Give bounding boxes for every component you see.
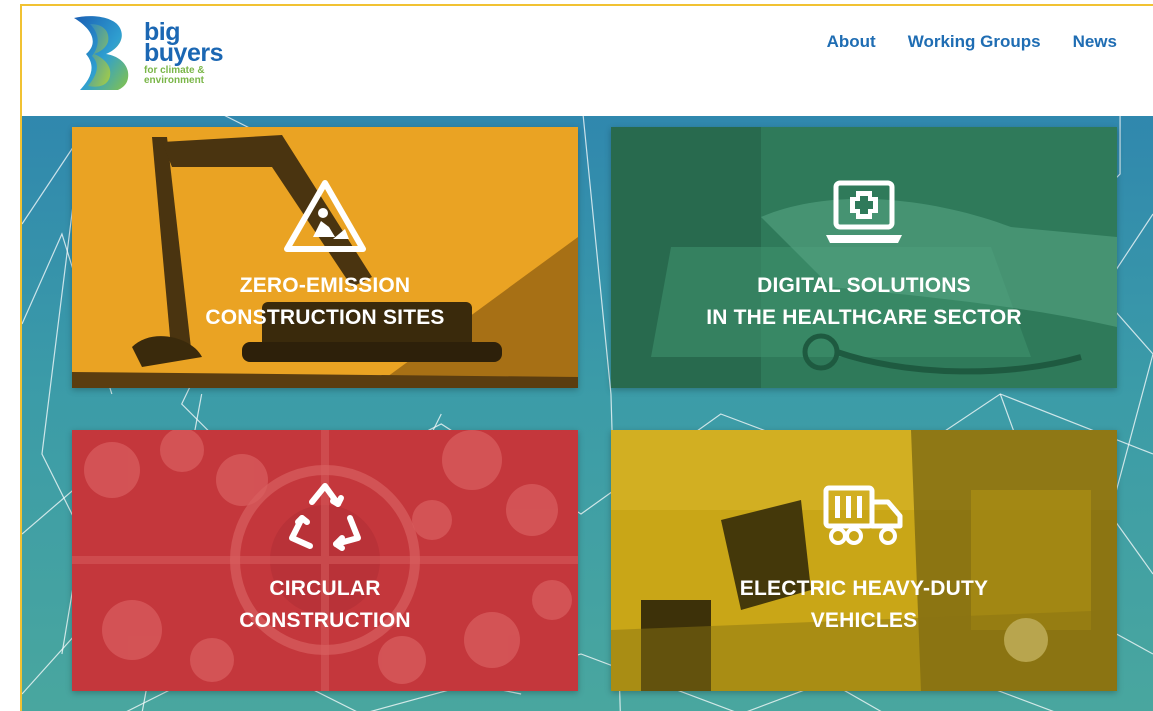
card-title: ZERO-EMISSION CONSTRUCTION SITES [72, 270, 578, 334]
header-wave-divider [22, 90, 1153, 110]
truck-icon [823, 485, 903, 545]
card-zero-emission-construction[interactable]: ZERO-EMISSION CONSTRUCTION SITES [72, 127, 578, 388]
card-title-line-1: ZERO-EMISSION [239, 274, 411, 297]
construction-worker-icon [284, 180, 366, 252]
logo-wordmark: big buyers for climate & environment [144, 20, 223, 86]
card-title-line-2: VEHICLES [810, 609, 918, 632]
card-title-line-1: CIRCULAR [269, 577, 381, 600]
card-digital-healthcare[interactable]: DIGITAL SOLUTIONS IN THE HEALTHCARE SECT… [611, 127, 1117, 388]
nav-link-working-groups[interactable]: Working Groups [908, 32, 1041, 52]
card-title: CIRCULAR CONSTRUCTION [72, 573, 578, 637]
card-title: DIGITAL SOLUTIONS IN THE HEALTHCARE SECT… [611, 270, 1117, 334]
card-electric-heavy-duty-vehicles[interactable]: ELECTRIC HEAVY-DUTY VEHICLES [611, 430, 1117, 691]
card-photo-garbage-truck [611, 430, 1117, 691]
card-title-line-2: IN THE HEALTHCARE SECTOR [706, 306, 1022, 329]
card-title: ELECTRIC HEAVY-DUTY VEHICLES [611, 573, 1117, 637]
recycle-icon [289, 483, 361, 551]
main-nav: About Working Groups News [827, 32, 1117, 52]
card-title-line-2: CONSTRUCTION SITES [205, 306, 445, 329]
card-photo-laptop-stethoscope [611, 127, 1117, 388]
card-title-line-2: CONSTRUCTION [239, 609, 411, 632]
card-circular-construction[interactable]: CIRCULAR CONSTRUCTION [72, 430, 578, 691]
card-title-line-1: DIGITAL SOLUTIONS [757, 274, 971, 297]
card-photo-aerial-park [72, 430, 578, 691]
card-photo-excavator [72, 127, 578, 388]
nav-link-about[interactable]: About [827, 32, 876, 52]
laptop-medical-icon [826, 180, 902, 243]
logo-tagline-2: environment [144, 75, 205, 86]
page-frame: big buyers for climate & environment Abo… [20, 4, 1153, 711]
big-buyers-logo-mark [74, 16, 129, 94]
nav-link-news[interactable]: News [1073, 32, 1117, 52]
card-title-line-1: ELECTRIC HEAVY-DUTY [739, 577, 989, 600]
logo-word-buyers: buyers [144, 39, 223, 67]
